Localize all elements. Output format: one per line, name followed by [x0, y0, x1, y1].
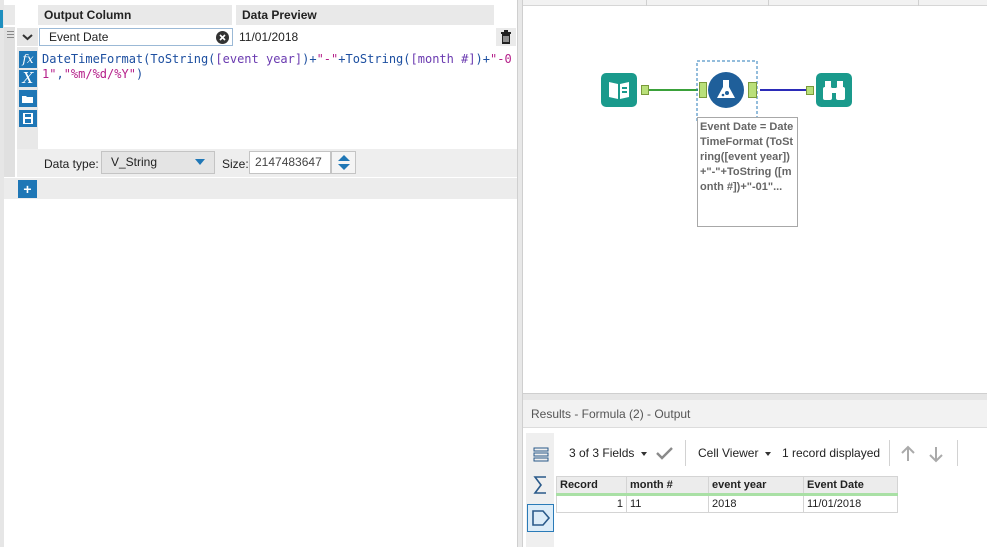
delete-row-button[interactable] [496, 28, 516, 46]
results-grid[interactable]: Record month # event year Event Date 1 1… [556, 476, 898, 513]
size-input[interactable]: 2147483647 [249, 151, 331, 174]
input-anchor[interactable] [699, 82, 707, 98]
expression-token: [month #] [410, 52, 476, 66]
record-cell[interactable]: 1 [556, 494, 627, 513]
expression-token: , [56, 67, 64, 81]
data-view-button[interactable] [528, 442, 554, 468]
results-title: Results - Formula (2) - Output [523, 400, 987, 428]
save-expression-button[interactable] [19, 110, 37, 127]
add-row-bar [4, 178, 517, 199]
cell-viewer-selector[interactable]: Cell Viewer [698, 446, 758, 460]
binoculars-icon [823, 81, 845, 100]
formula-config-panel [0, 0, 517, 547]
output-column-header: Output Column [38, 5, 232, 25]
add-column-button[interactable]: + [18, 180, 37, 198]
clear-field-icon[interactable] [216, 31, 229, 44]
metadata-view-button[interactable] [528, 472, 554, 498]
row-drag-handle[interactable] [4, 27, 15, 177]
table-row[interactable]: 1 11 2018 11/01/2018 [556, 494, 898, 513]
records-count: 1 record displayed [782, 446, 881, 460]
column-header[interactable]: Event Date [803, 476, 898, 496]
panel-edge-marker [0, 10, 3, 28]
grid-header-row: Record month # event year Event Date [556, 476, 898, 496]
dropdown-arrow-icon[interactable] [195, 159, 205, 165]
input-anchor[interactable] [806, 86, 814, 95]
chevron-down-icon [22, 34, 33, 41]
column-header[interactable]: Record [556, 476, 627, 496]
functions-button[interactable]: fx [19, 51, 37, 68]
arrow-up-icon[interactable] [899, 445, 917, 463]
tag-icon [532, 510, 551, 526]
apply-check-icon[interactable] [655, 445, 675, 461]
open-expression-button[interactable] [19, 90, 37, 107]
expression-editor[interactable]: DateTimeFormat(ToString([event year])+"-… [42, 52, 512, 82]
spinner-arrows-icon [338, 155, 350, 170]
data-preview-header: Data Preview [236, 5, 494, 25]
output-view-button[interactable] [527, 504, 554, 532]
expression-token: )+ [475, 52, 490, 66]
expression-token: "-" [316, 52, 339, 66]
rows-icon [533, 447, 549, 462]
tool-annotation: Event Date = DateTimeFormat (ToString([e… [697, 117, 798, 227]
input-data-tool[interactable] [601, 73, 637, 107]
toolbar-separator [889, 440, 890, 466]
output-anchor[interactable] [748, 82, 757, 98]
horizontal-splitter[interactable] [523, 393, 987, 400]
caret-down-icon[interactable] [765, 452, 771, 456]
expression-token: )+ [302, 52, 317, 66]
expression-token: ToString( [345, 52, 411, 66]
collapse-row-button[interactable] [17, 28, 38, 46]
formula-tool[interactable] [708, 72, 744, 108]
expression-token: DateTimeFormat( [42, 52, 151, 66]
month-cell[interactable]: 11 [626, 494, 709, 513]
fields-selector[interactable]: 3 of 3 Fields [569, 446, 634, 460]
data-preview-value: 11/01/2018 [236, 28, 497, 46]
size-spinner[interactable] [331, 151, 356, 174]
folder-open-icon [22, 96, 33, 103]
header-row-handle [4, 5, 15, 25]
expression-token: ToString( [150, 52, 216, 66]
browse-tool[interactable] [816, 73, 852, 107]
event-year-cell[interactable]: 2018 [708, 494, 804, 513]
flask-icon [717, 80, 735, 98]
sigma-icon [533, 476, 546, 494]
data-type-label: Data type: [44, 157, 99, 171]
column-header[interactable]: month # [626, 476, 709, 496]
expression-token: "%m/%d/%Y" [63, 67, 136, 81]
output-anchor[interactable] [641, 85, 649, 95]
output-column-field[interactable]: Event Date [39, 28, 233, 46]
size-label: Size: [222, 157, 249, 171]
arrow-down-icon[interactable] [927, 445, 945, 463]
toolbar-separator [685, 440, 686, 466]
variables-button[interactable]: X [19, 70, 37, 87]
caret-down-icon[interactable] [641, 452, 647, 456]
expression-token: [event year] [215, 52, 303, 66]
event-date-cell[interactable]: 11/01/2018 [803, 494, 898, 513]
toolbar-separator [957, 440, 958, 466]
expression-token: ) [135, 67, 144, 81]
save-icon [23, 113, 33, 124]
trash-icon [501, 30, 511, 44]
book-icon [609, 82, 629, 99]
column-header[interactable]: event year [708, 476, 804, 496]
